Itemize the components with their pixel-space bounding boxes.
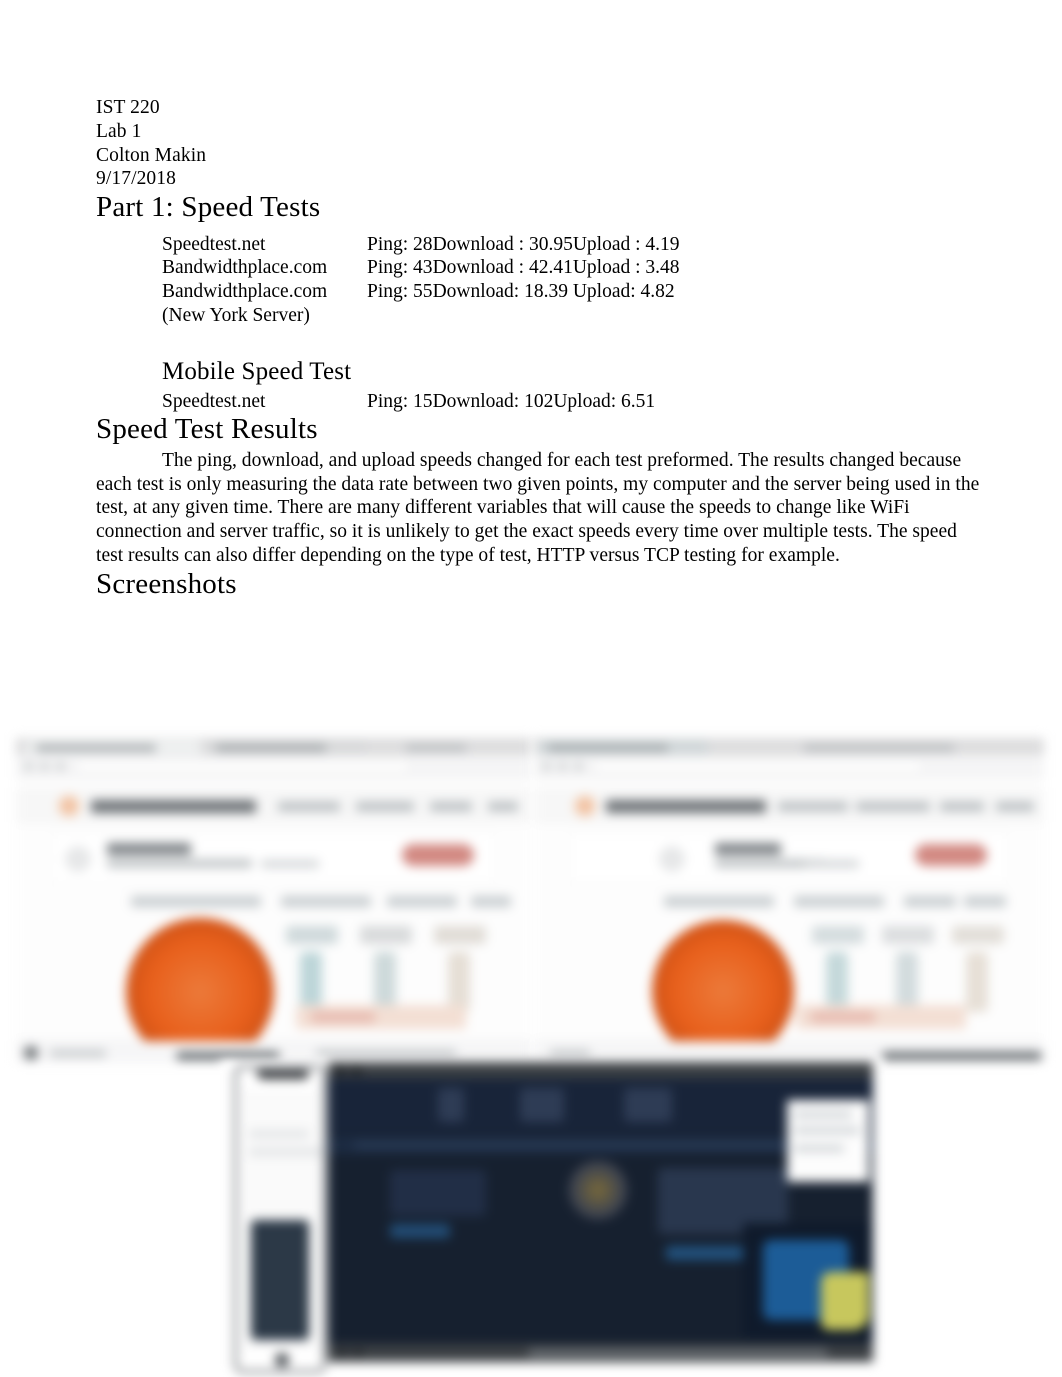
table-row: Speedtest.net Ping: 28 Download : 30.95 … (162, 233, 680, 257)
header-block: IST 220 Lab 1 Colton Makin 9/17/2018 (96, 96, 988, 191)
horizontal-scrollbar[interactable] (176, 1052, 280, 1060)
bandwidthplace-browser-screenshot-right (534, 738, 1044, 1063)
start-menu-icon[interactable] (24, 1046, 38, 1060)
cell-download: Download : 42.41 (432, 257, 573, 279)
window-titlebar (328, 1062, 873, 1078)
horizontal-scrollbar[interactable] (882, 1052, 1042, 1060)
header-line-course: IST 220 (96, 97, 160, 118)
taskbar-scrollbar[interactable] (528, 1349, 828, 1357)
download-label (390, 1224, 450, 1238)
phone-result-card (251, 1220, 309, 1340)
browser-tab-active (538, 740, 708, 754)
cell-site: Speedtest.net (162, 390, 266, 412)
document-page: IST 220 Lab 1 Colton Makin 9/17/2018 Par… (0, 0, 1062, 1377)
browser-tab-bar (534, 738, 1044, 755)
result-summary-card (50, 832, 497, 884)
server-map (743, 1223, 873, 1338)
cell-download: Download: 102 (432, 390, 554, 412)
window-content (328, 1078, 873, 1344)
browser-tab-active (206, 740, 366, 754)
window-taskbar (328, 1344, 873, 1362)
cell-ping: Ping: 43 (367, 257, 433, 279)
start-test-button[interactable] (402, 844, 474, 866)
table-row: (New York Server) (162, 304, 680, 328)
result-footnote (796, 1005, 966, 1029)
result-extra (261, 860, 319, 868)
cell-ping: Ping: 28 (367, 233, 433, 255)
cell-ping: Ping: 55 (367, 281, 433, 303)
result-tabs[interactable] (664, 896, 1010, 907)
page-content (16, 778, 531, 1063)
cell-download: Download : 30.95 (432, 233, 573, 255)
cell-ping: Ping: 15 (367, 390, 433, 412)
footnote-badge (310, 1011, 376, 1023)
start-test-button[interactable] (915, 844, 987, 866)
download-stat (390, 1170, 486, 1216)
cell-site-note: (New York Server) (162, 305, 310, 327)
cell-download: Download: 18.39 (432, 281, 568, 303)
bandwidthplace-browser-screenshot-left (16, 738, 531, 1063)
browser-tab (26, 740, 201, 754)
result-extra (805, 860, 859, 868)
speedtest-go-ring (568, 1160, 628, 1220)
document-body: IST 220 Lab 1 Colton Makin 9/17/2018 Par… (96, 96, 988, 600)
result-tabs[interactable] (131, 896, 511, 907)
phone-home-button[interactable] (275, 1353, 289, 1367)
result-subtitle (107, 859, 252, 868)
header-line-lab: Lab 1 (96, 120, 142, 142)
results-paragraph: The ping, download, and upload speeds ch… (96, 449, 980, 567)
cell-upload: Upload: 4.82 (572, 281, 675, 303)
header-line-author: Colton Makin (96, 144, 207, 166)
cell-site: Speedtest.net (162, 233, 266, 255)
result-summary-card (568, 832, 1010, 884)
site-brand-text (91, 800, 256, 813)
cell-upload: Upload : 4.19 (572, 233, 680, 255)
speedtest-mobile-dark-screenshot (220, 1060, 880, 1377)
map-land (821, 1272, 869, 1330)
phone-mockup (234, 1065, 326, 1373)
site-brand-text (606, 800, 766, 813)
site-logo-icon (58, 795, 80, 817)
result-footnote (296, 1005, 466, 1029)
browser-popup-panel (787, 1100, 869, 1182)
site-navbar (534, 788, 1044, 822)
screenshots-gallery (0, 738, 1062, 1377)
browser-tab-bar (16, 738, 531, 755)
subsection-heading-mobile: Mobile Speed Test (162, 357, 352, 385)
cell-site: Bandwidthplace.com (162, 281, 328, 303)
phone-notch (257, 1070, 309, 1079)
cell-site: Bandwidthplace.com (162, 257, 328, 279)
page-content (534, 778, 1044, 1063)
table-row: Bandwidthplace.com Ping: 43 Download : 4… (162, 256, 680, 280)
header-line-date: 9/17/2018 (96, 168, 176, 190)
section-heading-results: Speed Test Results (96, 413, 318, 446)
phone-screen (243, 1090, 321, 1350)
browser-url-bar (16, 755, 531, 777)
speedtest-window (328, 1062, 873, 1362)
result-title (107, 843, 191, 855)
provider-icon (659, 846, 685, 872)
mobile-speed-test-table: Speedtest.net Ping: 15 Download: 102 Upl… (162, 390, 655, 414)
site-logo-icon (574, 795, 596, 817)
url-input (592, 760, 924, 773)
footnote-badge (810, 1011, 876, 1023)
url-input (74, 760, 411, 773)
cell-upload: Upload: 6.51 (553, 390, 656, 412)
site-navbar (16, 788, 531, 822)
section-heading-screenshots: Screenshots (96, 567, 237, 600)
cell-upload: Upload : 3.48 (572, 257, 680, 279)
result-title (715, 843, 781, 855)
speed-test-table: Speedtest.net Ping: 28 Download : 30.95 … (162, 233, 680, 328)
table-row: Speedtest.net Ping: 15 Download: 102 Upl… (162, 390, 655, 414)
divider-text (354, 1142, 784, 1148)
table-row: Bandwidthplace.com Ping: 55 Download: 18… (162, 280, 680, 304)
browser-url-bar (534, 755, 1044, 777)
provider-icon (65, 846, 91, 872)
mobile-speed-test-block: Mobile Speed Test Speedtest.net Ping: 15… (162, 358, 988, 414)
section-heading-part1: Part 1: Speed Tests (96, 191, 321, 224)
